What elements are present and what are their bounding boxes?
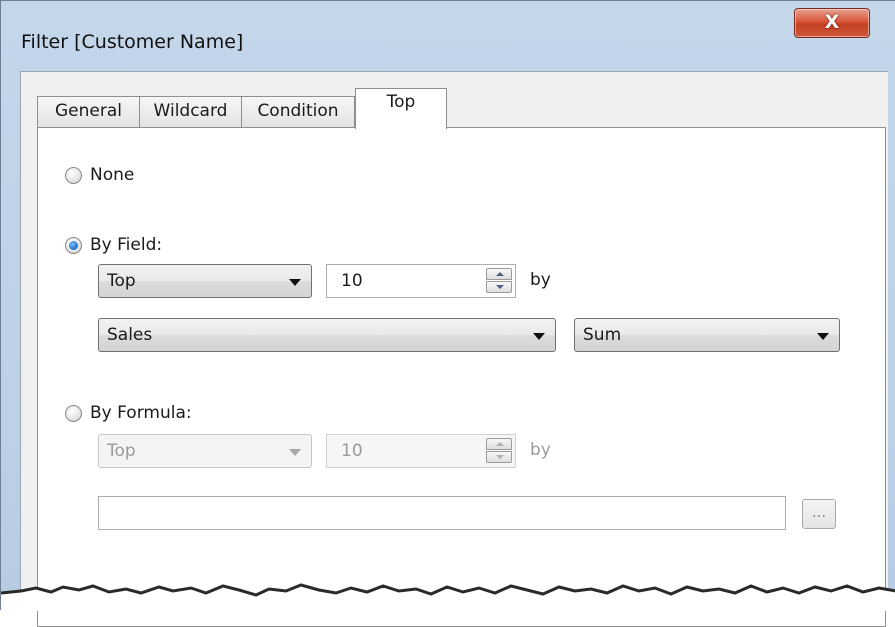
by-field-aggregation-value: Sum: [583, 325, 622, 345]
tab-general[interactable]: General: [37, 96, 140, 127]
none-label: None: [90, 165, 135, 185]
top-tab-panel: None By Field: Top 10 by Sales Sum By Fo…: [37, 127, 886, 627]
by-field-direction-select[interactable]: Top: [98, 264, 312, 298]
formula-browse-button[interactable]: ...: [802, 499, 836, 529]
none-radio[interactable]: [65, 166, 82, 184]
chevron-down-icon: [817, 333, 829, 340]
by-field-field-select[interactable]: Sales: [98, 318, 556, 352]
by-field-field-value: Sales: [107, 325, 153, 345]
title-bar[interactable]: Filter [Customer Name] X: [1, 1, 895, 71]
chevron-down-icon: [289, 279, 301, 286]
close-button[interactable]: X: [794, 8, 870, 38]
by-formula-by-label: by: [530, 440, 551, 460]
by-formula-count-stepper[interactable]: 10: [326, 434, 516, 468]
spin-down-icon[interactable]: [486, 281, 512, 293]
by-field-aggregation-select[interactable]: Sum: [574, 318, 840, 352]
none-option[interactable]: None: [65, 165, 134, 185]
by-formula-count-value: 10: [341, 441, 363, 461]
tab-wildcard[interactable]: Wildcard: [139, 96, 242, 127]
window-title: Filter [Customer Name]: [21, 31, 244, 53]
by-formula-label: By Formula:: [90, 403, 192, 423]
chevron-down-icon: [533, 333, 545, 340]
tab-condition[interactable]: Condition: [241, 96, 355, 127]
by-formula-radio[interactable]: [65, 404, 82, 422]
tab-top[interactable]: Top: [355, 88, 447, 129]
spin-down-icon[interactable]: [486, 451, 512, 463]
filter-dialog-window: Filter [Customer Name] X General Wildcar…: [0, 0, 895, 627]
by-field-direction-value: Top: [107, 271, 136, 291]
spin-up-icon[interactable]: [486, 268, 512, 280]
by-field-count-value: 10: [341, 271, 363, 291]
by-field-count-stepper[interactable]: 10: [326, 264, 516, 298]
formula-input[interactable]: [98, 496, 786, 530]
by-formula-direction-value: Top: [107, 441, 136, 461]
by-field-radio[interactable]: [65, 236, 82, 254]
close-icon: X: [824, 11, 840, 33]
by-field-by-label: by: [530, 270, 551, 290]
by-formula-direction-select[interactable]: Top: [98, 434, 312, 468]
by-formula-option[interactable]: By Formula:: [65, 403, 192, 423]
by-field-option[interactable]: By Field:: [65, 235, 162, 255]
chevron-down-icon: [289, 449, 301, 456]
torn-edge: [1, 583, 895, 611]
spin-up-icon[interactable]: [486, 438, 512, 450]
by-field-label: By Field:: [90, 235, 163, 255]
dialog-client-area: General Wildcard Condition Top None By F…: [20, 71, 888, 627]
